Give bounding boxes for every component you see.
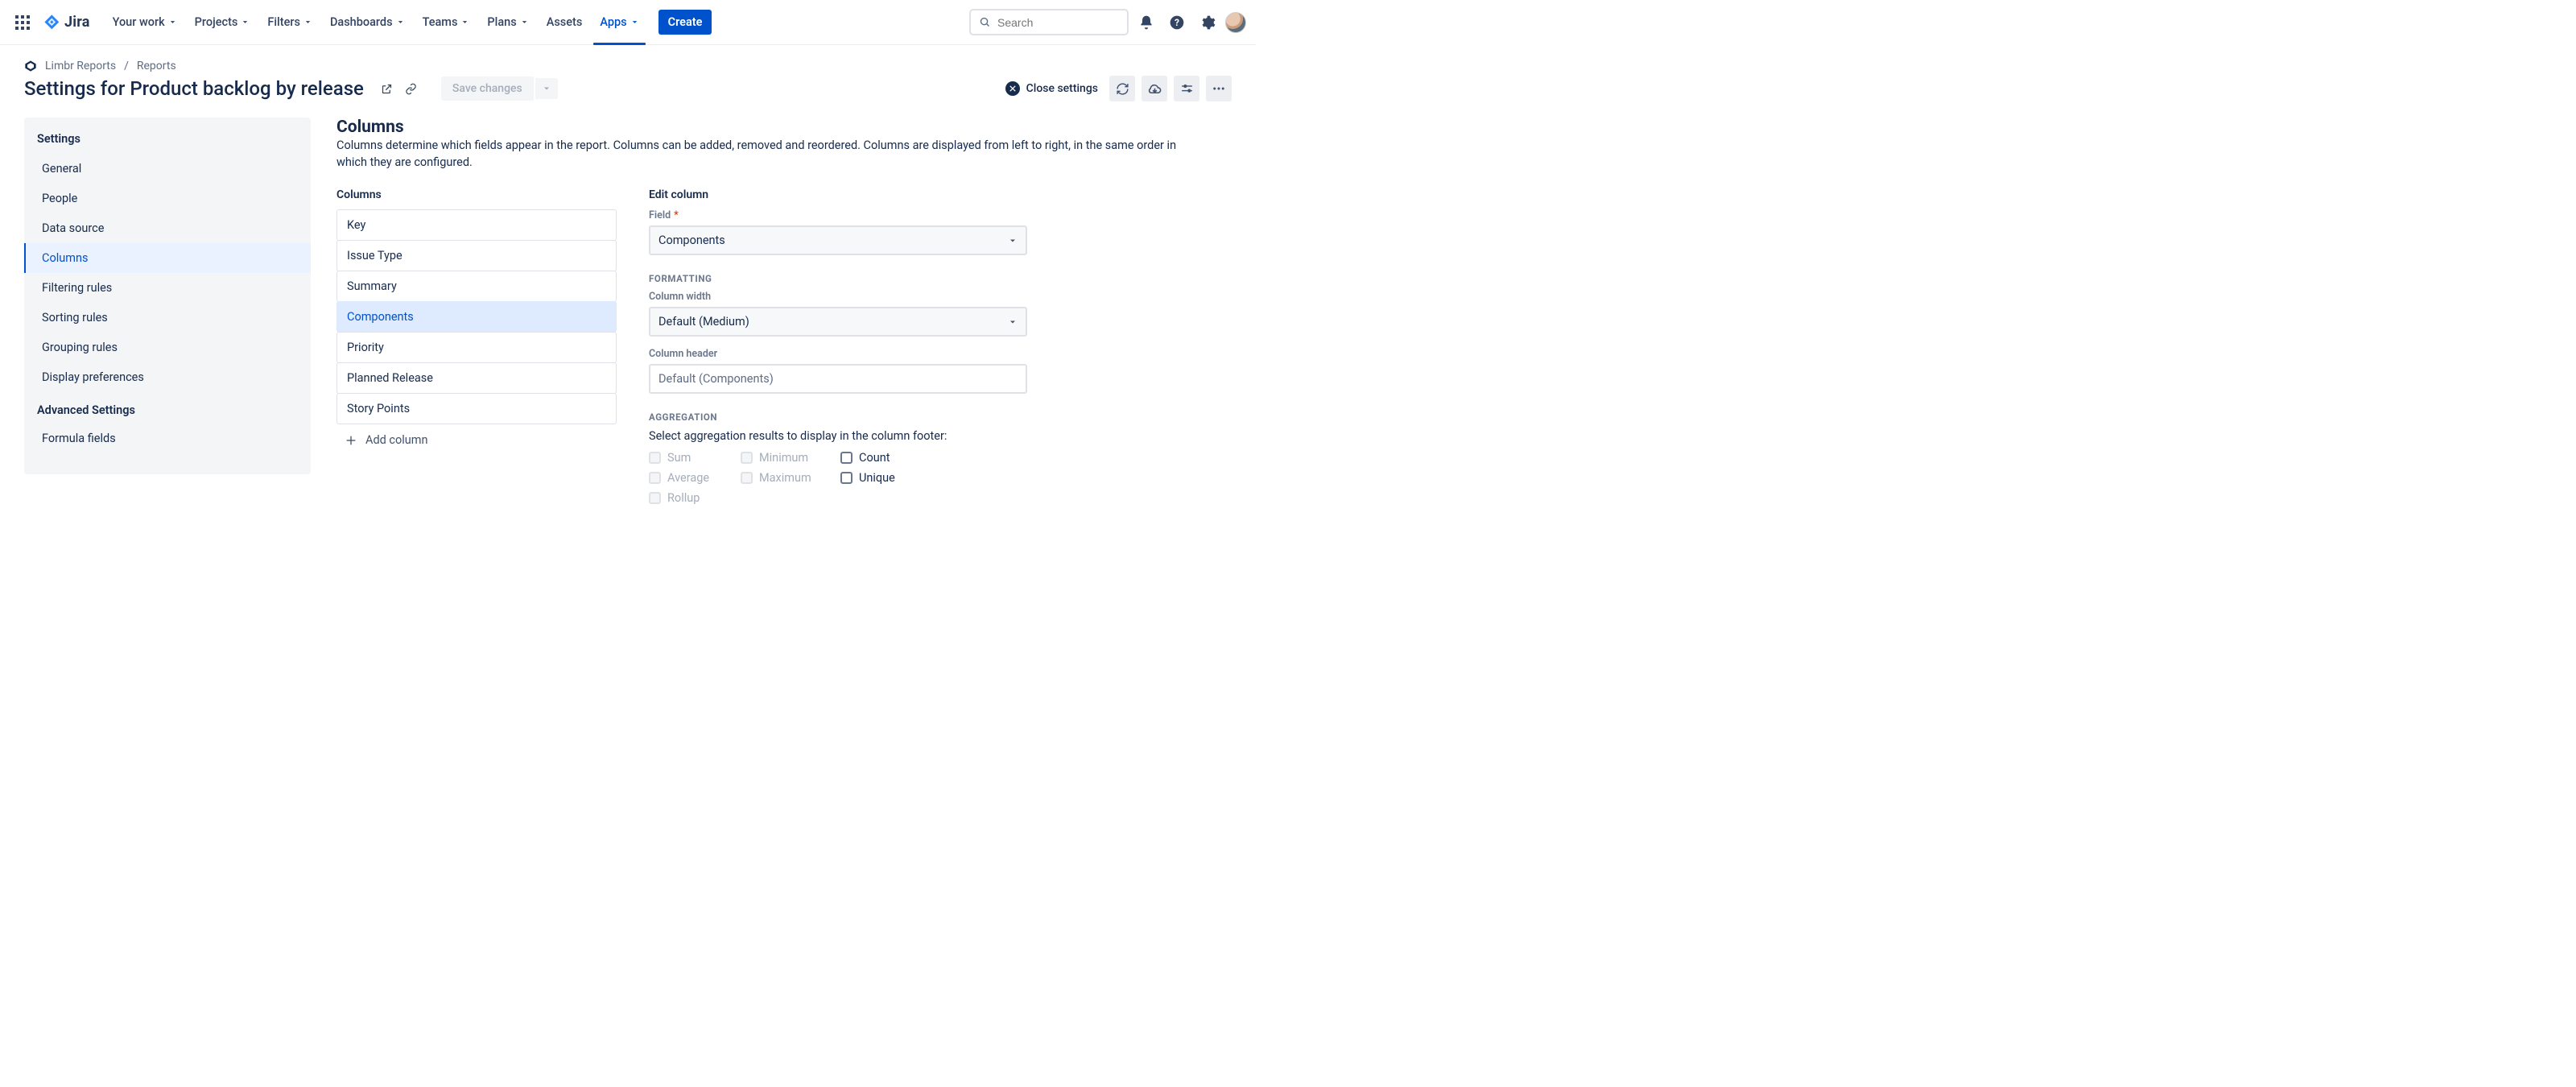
nav-item-plans[interactable]: Plans <box>479 10 536 34</box>
page-title: Settings for Product backlog by release <box>24 77 364 100</box>
agg-checkbox-maximum: Maximum <box>741 471 837 485</box>
checkbox-icon <box>649 472 661 484</box>
refresh-icon[interactable] <box>1109 76 1135 101</box>
breadcrumb-section[interactable]: Reports <box>137 60 176 72</box>
app-switcher-icon[interactable] <box>10 10 35 35</box>
column-row-summary[interactable]: Summary <box>336 271 617 302</box>
aggregation-section-label: AGGREGATION <box>649 411 1027 423</box>
more-icon[interactable] <box>1206 76 1232 101</box>
plus-icon <box>345 434 357 447</box>
agg-checkbox-minimum: Minimum <box>741 451 837 465</box>
breadcrumb: Limbr Reports / Reports <box>24 60 1232 72</box>
nav-item-assets[interactable]: Assets <box>539 10 591 34</box>
project-icon <box>24 60 37 72</box>
sidebar-item-people[interactable]: People <box>24 184 311 213</box>
sidebar-heading: Settings <box>24 132 311 154</box>
nav-item-projects[interactable]: Projects <box>187 10 258 34</box>
sidebar-item-sorting-rules[interactable]: Sorting rules <box>24 303 311 333</box>
column-row-planned-release[interactable]: Planned Release <box>336 362 617 394</box>
search-input[interactable] <box>997 16 1119 29</box>
jira-logo-icon <box>43 14 61 31</box>
column-width-select[interactable]: Default (Medium) <box>649 307 1027 337</box>
chevron-down-icon <box>630 18 639 27</box>
columns-list-heading: Columns <box>336 188 617 201</box>
column-row-issue-type[interactable]: Issue Type <box>336 240 617 271</box>
chevron-down-icon <box>241 18 250 27</box>
panel-heading: Columns <box>336 118 1232 137</box>
column-header-input[interactable]: Default (Components) <box>649 364 1027 394</box>
panel-description: Columns determine which fields appear in… <box>336 137 1206 171</box>
checkbox-icon <box>741 472 753 484</box>
help-icon[interactable]: ? <box>1164 10 1190 35</box>
close-icon <box>1005 81 1020 96</box>
checkbox-icon <box>840 472 852 484</box>
chevron-down-icon <box>1008 317 1018 327</box>
nav-item-filters[interactable]: Filters <box>259 10 320 34</box>
sidebar-item-columns[interactable]: Columns <box>24 243 311 273</box>
nav-item-your-work[interactable]: Your work <box>105 10 185 34</box>
column-row-components[interactable]: Components <box>336 301 617 333</box>
nav-item-teams[interactable]: Teams <box>415 10 478 34</box>
open-external-icon[interactable] <box>377 78 398 99</box>
svg-text:?: ? <box>1174 17 1179 28</box>
link-icon[interactable] <box>401 78 422 99</box>
chevron-down-icon <box>168 18 177 27</box>
jira-logo[interactable]: Jira <box>37 14 97 31</box>
nav-item-dashboards[interactable]: Dashboards <box>322 10 413 34</box>
chevron-down-icon <box>520 18 529 27</box>
field-select[interactable]: Components <box>649 225 1027 255</box>
settings-gear-icon[interactable] <box>1195 10 1220 35</box>
agg-checkbox-average: Average <box>649 471 737 485</box>
aggregation-lead: Select aggregation results to display in… <box>649 429 1027 443</box>
checkbox-icon <box>649 452 661 464</box>
create-button[interactable]: Create <box>658 10 712 35</box>
sliders-icon[interactable] <box>1174 76 1199 101</box>
settings-sidebar: Settings GeneralPeopleData sourceColumns… <box>24 118 311 474</box>
checkbox-icon <box>741 452 753 464</box>
edit-column-heading: Edit column <box>649 188 1027 201</box>
add-column-button[interactable]: Add column <box>336 424 617 457</box>
checkbox-icon <box>840 452 852 464</box>
breadcrumb-project[interactable]: Limbr Reports <box>45 60 116 72</box>
user-avatar[interactable] <box>1225 12 1246 33</box>
top-nav: Jira Your workProjectsFiltersDashboardsT… <box>0 0 1256 45</box>
notifications-icon[interactable] <box>1133 10 1159 35</box>
column-row-key[interactable]: Key <box>336 209 617 241</box>
nav-item-apps[interactable]: Apps <box>592 10 646 34</box>
agg-checkbox-sum: Sum <box>649 451 737 465</box>
field-label: Field* <box>649 209 1027 221</box>
header-label: Column header <box>649 348 1027 360</box>
save-more-button[interactable] <box>535 78 558 99</box>
checkbox-icon <box>649 492 661 504</box>
cloud-download-icon[interactable] <box>1141 76 1167 101</box>
sidebar-item-display-preferences[interactable]: Display preferences <box>24 362 311 392</box>
chevron-down-icon <box>396 18 405 27</box>
search-icon <box>979 16 991 28</box>
save-button[interactable]: Save changes <box>441 76 534 101</box>
sidebar-item-grouping-rules[interactable]: Grouping rules <box>24 333 311 362</box>
column-row-priority[interactable]: Priority <box>336 332 617 363</box>
agg-checkbox-unique[interactable]: Unique <box>840 471 937 485</box>
chevron-down-icon <box>1008 236 1018 246</box>
sidebar-advanced-heading: Advanced Settings <box>24 392 311 424</box>
close-settings-button[interactable]: Close settings <box>1001 78 1103 99</box>
jira-logo-text: Jira <box>64 14 90 31</box>
formatting-section-label: FORMATTING <box>649 273 1027 284</box>
width-label: Column width <box>649 291 1027 303</box>
chevron-down-icon <box>303 18 312 27</box>
sidebar-item-general[interactable]: General <box>24 154 311 184</box>
agg-checkbox-count[interactable]: Count <box>840 451 937 465</box>
sidebar-item-formula-fields[interactable]: Formula fields <box>24 424 311 453</box>
agg-checkbox-rollup: Rollup <box>649 491 737 505</box>
chevron-down-icon <box>460 18 469 27</box>
column-row-story-points[interactable]: Story Points <box>336 393 617 424</box>
search-box[interactable] <box>969 9 1129 35</box>
sidebar-item-data-source[interactable]: Data source <box>24 213 311 243</box>
sidebar-item-filtering-rules[interactable]: Filtering rules <box>24 273 311 303</box>
